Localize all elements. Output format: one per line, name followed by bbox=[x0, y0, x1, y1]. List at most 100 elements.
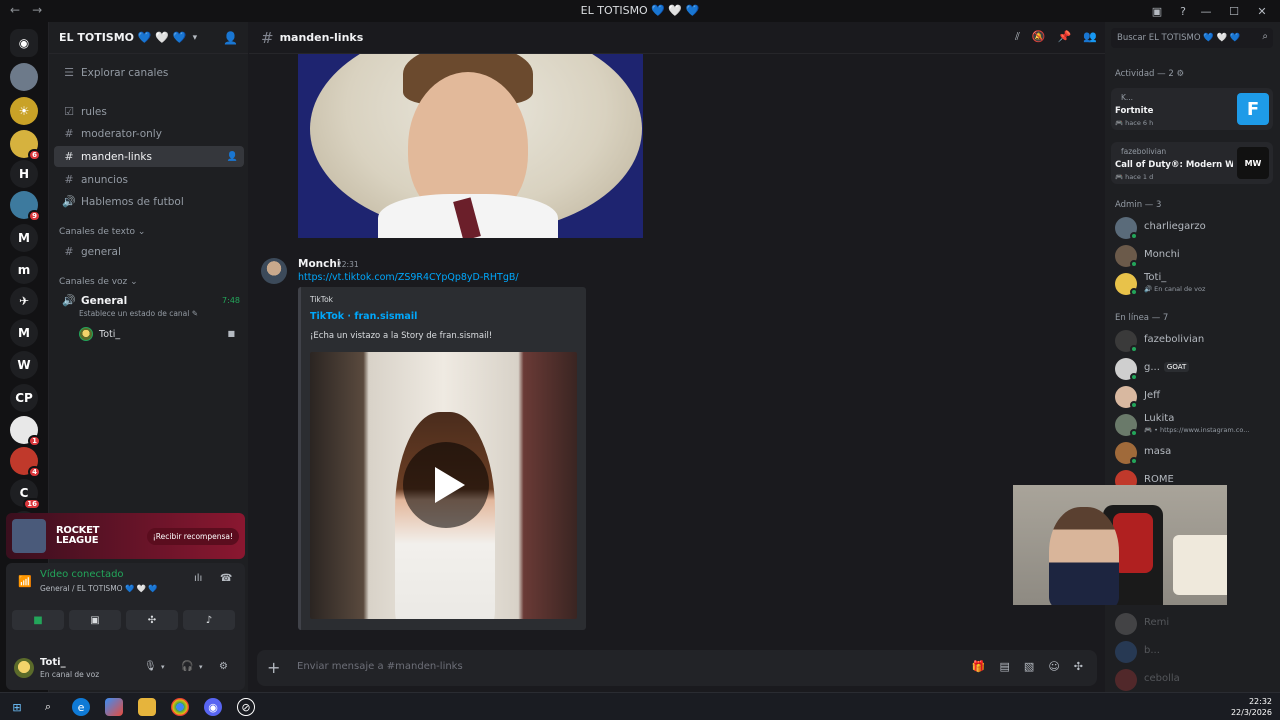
server-totismo[interactable] bbox=[10, 63, 38, 91]
message-author-avatar[interactable] bbox=[261, 258, 287, 284]
activity-header[interactable]: Actividad — 2 ⚙ bbox=[1115, 69, 1184, 79]
voice-status-set[interactable]: Establece un estado de canal ✎ bbox=[79, 309, 198, 318]
soundboard-button[interactable]: ♪ bbox=[183, 610, 235, 630]
server-w[interactable]: W bbox=[10, 351, 38, 379]
headphones-icon[interactable]: 🎧 bbox=[181, 661, 193, 672]
member-list-icon[interactable]: 👥 bbox=[1083, 30, 1097, 44]
member-item[interactable]: Toti_ 🔊 En canal de voz bbox=[1114, 272, 1274, 296]
server-4[interactable]: 4 bbox=[10, 447, 41, 478]
inbox-icon[interactable]: ▣ bbox=[1148, 2, 1166, 20]
server-9[interactable]: 9 bbox=[10, 191, 41, 222]
sticker-icon[interactable]: ▧ bbox=[1024, 660, 1034, 673]
windows-start-icon[interactable]: ⊞ bbox=[8, 698, 26, 716]
attached-image[interactable] bbox=[298, 54, 643, 238]
member-item[interactable]: Lukita 🎮 • https://www.instagram.co... bbox=[1114, 413, 1274, 437]
chrome-icon[interactable] bbox=[171, 698, 189, 716]
embed-title[interactable]: TikTok · fran.sismail bbox=[310, 311, 417, 322]
member-item[interactable]: Remi bbox=[1114, 612, 1274, 636]
member-item[interactable]: fazebolivian bbox=[1114, 329, 1274, 353]
server-sun[interactable]: ☀ bbox=[10, 97, 38, 125]
server-cp[interactable]: CP bbox=[10, 384, 38, 412]
fortnite-icon: F bbox=[1237, 93, 1269, 125]
channel-moderator-only[interactable]: # moderator-only bbox=[54, 123, 244, 144]
channel-label: moderator-only bbox=[81, 127, 162, 140]
channel-label: rules bbox=[81, 105, 107, 118]
microphone-icon[interactable]: 🎙 bbox=[144, 661, 157, 672]
server-h[interactable]: H bbox=[10, 160, 38, 188]
member-item[interactable]: g... GOAT bbox=[1114, 357, 1274, 381]
message-link[interactable]: https://vt.tiktok.com/ZS9R4CYpQp8yD-RHTg… bbox=[298, 272, 519, 283]
voice-member[interactable]: Toti_ ■ bbox=[79, 326, 239, 344]
voice-channel-general[interactable]: 🔊 General 7:48 bbox=[54, 290, 244, 311]
member-item[interactable]: Monchi bbox=[1114, 244, 1274, 268]
server-glyph: ✈ bbox=[18, 294, 30, 308]
activity-card[interactable]: K... Fortnite 🎮 hace 6 h F bbox=[1111, 88, 1273, 130]
browse-channels[interactable]: ☰ Explorar canales bbox=[54, 62, 244, 83]
discord-home-icon[interactable]: ◉ bbox=[10, 29, 38, 57]
play-icon[interactable] bbox=[403, 442, 489, 528]
channel-manden-links[interactable]: # manden-links 👤 bbox=[54, 146, 244, 167]
signal-icon[interactable]: 📶 bbox=[18, 575, 32, 588]
server-m2[interactable]: M bbox=[10, 319, 38, 347]
discord-taskbar-icon[interactable]: ◉ bbox=[204, 698, 222, 716]
member-item[interactable]: Jeff bbox=[1114, 385, 1274, 409]
notifications-muted-icon[interactable]: 🔕 bbox=[1032, 30, 1046, 44]
back-button[interactable]: ← bbox=[10, 3, 20, 17]
gif-icon[interactable]: ▤ bbox=[1000, 660, 1010, 673]
forward-button[interactable]: → bbox=[32, 3, 42, 17]
server-1[interactable]: 1 bbox=[10, 416, 41, 447]
settings-gear-icon[interactable]: ⚙ bbox=[219, 661, 228, 672]
apps-icon[interactable]: ✣ bbox=[1074, 660, 1083, 673]
file-explorer-icon[interactable] bbox=[138, 698, 156, 716]
attach-plus-icon[interactable]: + bbox=[267, 658, 280, 677]
channel-rules[interactable]: ☑ rules bbox=[54, 101, 244, 122]
server-jet[interactable]: ✈ bbox=[10, 287, 38, 315]
server-c[interactable]: C 16 bbox=[10, 479, 41, 510]
server-search-input[interactable]: Buscar EL TOTISMO 💙 🤍 💙 ⌕ bbox=[1111, 28, 1273, 48]
voice-location[interactable]: General / EL TOTISMO 💙 🤍 💙 bbox=[40, 584, 158, 593]
channel-anuncios[interactable]: # anuncios bbox=[54, 169, 244, 190]
soundboard-icon[interactable]: ılı bbox=[194, 573, 202, 584]
speaker-icon: 🔊 bbox=[62, 195, 76, 208]
server-m-lower[interactable]: m bbox=[10, 256, 38, 284]
message-author[interactable]: Monchi bbox=[298, 258, 340, 270]
taskbar-clock[interactable]: 22:32 22/3/2026 bbox=[1231, 696, 1272, 718]
gift-icon[interactable]: 🎁 bbox=[972, 660, 986, 673]
user-avatar[interactable] bbox=[14, 658, 34, 678]
category-text-channels[interactable]: Canales de texto ⌄ bbox=[59, 227, 145, 237]
maximize-button[interactable]: ☐ bbox=[1222, 2, 1246, 20]
claim-reward-button[interactable]: ¡Recibir recompensa! bbox=[146, 527, 239, 545]
activity-card[interactable]: fazebolivian Call of Duty®: Modern Warf.… bbox=[1111, 142, 1273, 184]
app-taskbar-icon[interactable]: ⊘ bbox=[237, 698, 255, 716]
chevron-down-icon[interactable]: ▾ bbox=[199, 663, 203, 671]
help-icon[interactable]: ? bbox=[1174, 2, 1192, 20]
member-item[interactable]: b... bbox=[1114, 640, 1274, 664]
member-item[interactable]: masa bbox=[1114, 441, 1274, 465]
channel-hablemos-de-futbol[interactable]: 🔊 Hablemos de futbol bbox=[54, 191, 244, 212]
message-input[interactable]: Enviar mensaje a #manden-links bbox=[297, 661, 463, 672]
chevron-down-icon[interactable]: ▾ bbox=[161, 663, 165, 671]
search-icon[interactable]: ⌕ bbox=[39, 698, 57, 716]
screen-share-button[interactable]: ▣ bbox=[69, 610, 121, 630]
edge-icon[interactable]: e bbox=[72, 698, 90, 716]
copilot-icon[interactable] bbox=[105, 698, 123, 716]
close-button[interactable]: ✕ bbox=[1250, 2, 1274, 20]
emoji-icon[interactable]: ☺ bbox=[1048, 660, 1059, 673]
rocket-league-promo[interactable]: ROCKET LEAGUE ¡Recibir recompensa! bbox=[6, 513, 245, 559]
add-member-icon[interactable]: 👤 bbox=[227, 152, 238, 162]
pin-icon[interactable]: 📌 bbox=[1058, 30, 1072, 44]
member-item[interactable]: charliegarzo bbox=[1114, 216, 1274, 240]
category-voice-channels[interactable]: Canales de voz ⌄ bbox=[59, 277, 138, 287]
threads-icon[interactable]: ⫽ bbox=[1015, 30, 1020, 44]
server-6[interactable]: 6 bbox=[10, 130, 41, 161]
disconnect-icon[interactable]: ☎ bbox=[220, 573, 232, 584]
embed-video[interactable] bbox=[310, 352, 577, 619]
channel-general[interactable]: # general bbox=[54, 241, 244, 262]
minimize-button[interactable]: — bbox=[1194, 2, 1218, 20]
server-header[interactable]: EL TOTISMO 💙 🤍 💙 ▾ 👤 bbox=[49, 22, 248, 54]
activities-button[interactable]: ✣ bbox=[126, 610, 178, 630]
member-item[interactable]: cebolla bbox=[1114, 668, 1274, 692]
server-m[interactable]: M bbox=[10, 224, 38, 252]
camera-button[interactable]: ■ bbox=[12, 610, 64, 630]
invite-icon[interactable]: 👤 bbox=[223, 31, 238, 45]
